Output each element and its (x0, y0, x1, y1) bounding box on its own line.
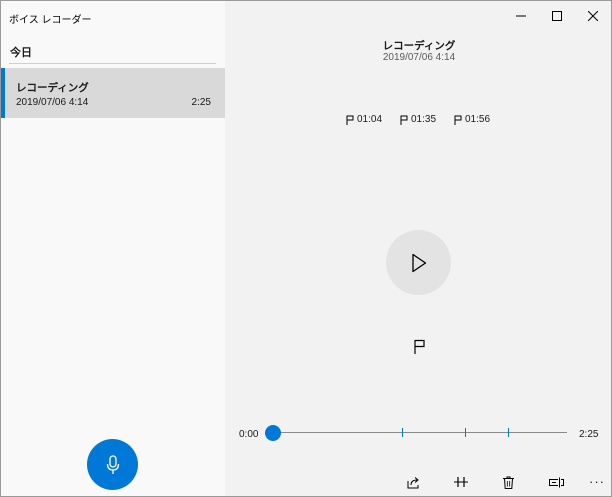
flag-icon (413, 339, 425, 354)
recording-date: 2019/07/06 4:14 (382, 52, 456, 63)
timeline-thumb[interactable] (265, 425, 281, 441)
marker-time: 01:35 (411, 114, 437, 125)
flag-icon (454, 115, 462, 125)
delete-button[interactable] (498, 472, 518, 492)
bottom-toolbar: ··· (1, 472, 611, 492)
add-marker-button[interactable] (410, 337, 428, 355)
timeline-marker-tick (465, 428, 466, 437)
rename-button[interactable] (546, 472, 566, 492)
playback-timeline[interactable] (265, 425, 567, 441)
app-title: ボイス レコーダー (9, 15, 92, 26)
selection-indicator (1, 68, 5, 118)
more-button[interactable]: ··· (587, 472, 607, 492)
recording-item-name: レコーディング (16, 82, 89, 94)
maximize-icon (552, 11, 562, 21)
current-time: 0:00 (239, 429, 259, 440)
timeline-marker-tick (508, 428, 509, 437)
timeline-track (265, 432, 567, 433)
timeline-marker-tick (402, 428, 403, 437)
flag-icon (400, 115, 408, 125)
flag-icon (346, 115, 354, 125)
close-icon (588, 11, 598, 21)
recording-item-duration: 2:25 (191, 97, 211, 108)
rename-icon (548, 477, 564, 487)
total-time: 2:25 (579, 429, 599, 440)
marker-item[interactable]: 01:04 (346, 114, 382, 125)
marker-time: 01:56 (465, 114, 491, 125)
minimize-icon (516, 15, 526, 17)
minimize-button[interactable] (503, 1, 539, 31)
marker-item[interactable]: 01:56 (454, 114, 490, 125)
share-button[interactable] (404, 472, 424, 492)
marker-time: 01:04 (357, 114, 383, 125)
app-window: ボイス レコーダー 今日 レコーディング 2019/07/06 4:14 2:2… (0, 0, 612, 497)
more-icon: ··· (589, 474, 605, 489)
recording-item-date: 2019/07/06 4:14 (16, 97, 89, 108)
maximize-button[interactable] (539, 1, 575, 31)
delete-icon (502, 476, 514, 489)
close-button[interactable] (575, 1, 611, 31)
trim-icon (454, 477, 468, 487)
marker-item[interactable]: 01:35 (400, 114, 436, 125)
recordings-pane: ボイス レコーダー 今日 レコーディング 2019/07/06 4:14 2:2… (1, 1, 225, 496)
share-icon (407, 476, 419, 488)
trim-button[interactable] (451, 472, 471, 492)
group-header-today: 今日 (10, 47, 32, 59)
play-button[interactable] (386, 230, 451, 295)
group-divider (9, 63, 216, 64)
recording-title: レコーディング (382, 40, 456, 52)
markers-list: 01:04 01:35 01:56 (1, 114, 611, 128)
window-controls (503, 1, 611, 31)
recording-list-item[interactable]: レコーディング 2019/07/06 4:14 2:25 (1, 68, 225, 118)
play-icon (411, 253, 426, 272)
